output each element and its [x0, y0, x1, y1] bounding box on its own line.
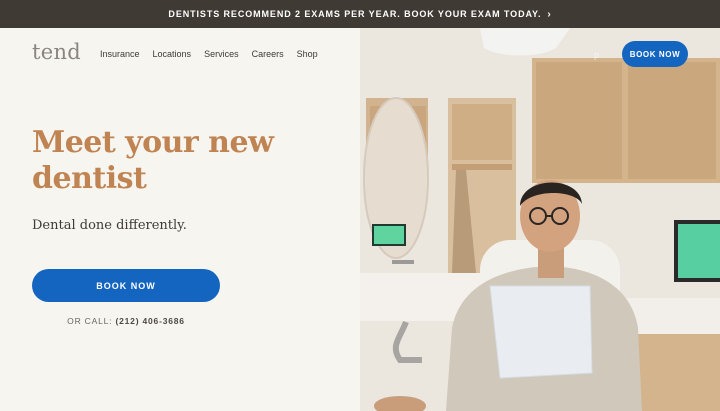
chevron-right-icon: › — [547, 8, 552, 20]
header-book-now-button[interactable]: BOOK NOW — [622, 41, 688, 67]
book-now-button[interactable]: BOOK NOW — [32, 269, 220, 302]
nav-locations[interactable]: Locations — [153, 49, 192, 59]
promo-banner[interactable]: DENTISTS RECOMMEND 2 EXAMS PER YEAR. BOO… — [0, 0, 720, 28]
call-line: OR CALL: (212) 406-3686 — [32, 316, 220, 326]
phone-link[interactable]: (212) 406-3686 — [115, 316, 184, 326]
dentist-office-photo-image — [360, 28, 720, 411]
promo-banner-text: DENTISTS RECOMMEND 2 EXAMS PER YEAR. BOO… — [168, 9, 542, 19]
nav-shop[interactable]: Shop — [297, 49, 318, 59]
tend-logo[interactable]: tend — [32, 40, 81, 64]
nav-careers[interactable]: Careers — [252, 49, 284, 59]
faded-nav-link[interactable]: p — [594, 50, 599, 60]
main-nav: Insurance Locations Services Careers Sho… — [100, 49, 318, 59]
nav-services[interactable]: Services — [204, 49, 239, 59]
nav-insurance[interactable]: Insurance — [100, 49, 140, 59]
hero-photo — [360, 28, 720, 411]
call-prefix: OR CALL: — [67, 316, 113, 326]
hero-title: Meet your new dentist — [32, 125, 274, 196]
hero-subtitle: Dental done differently. — [32, 218, 187, 233]
hero-left-panel: tend Insurance Locations Services Career… — [0, 28, 360, 411]
